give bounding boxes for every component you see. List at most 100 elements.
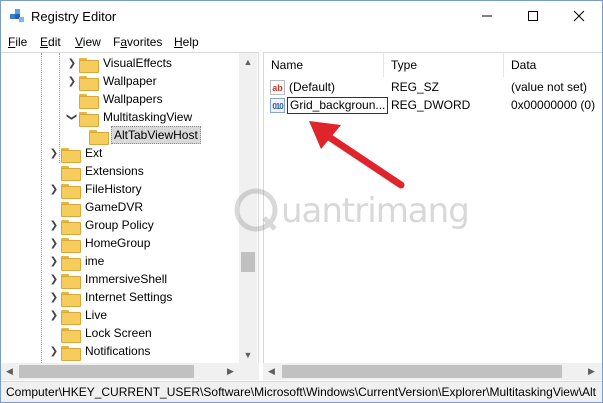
tree-item-label: Extensions [85, 164, 144, 178]
menu-favorites-label: vorites [127, 35, 163, 49]
folder-icon [61, 344, 81, 361]
status-bar-path: Computer\HKEY_CURRENT_USER\Software\Micr… [1, 381, 602, 402]
chevron-right-icon[interactable]: ❯ [47, 252, 61, 270]
menu-view-label: iew [82, 35, 101, 49]
tree-item-live[interactable]: ❯ Live [47, 306, 109, 325]
tree-guide-line [41, 53, 42, 363]
folder-icon [61, 308, 81, 325]
chevron-right-icon[interactable]: ❯ [47, 306, 61, 324]
menu-favorites[interactable]: Favorites [113, 35, 162, 49]
folder-icon [61, 290, 81, 307]
tree-vertical-scroll-thumb[interactable] [241, 252, 255, 272]
tree-item-gamedvr[interactable]: GameDVR [47, 198, 145, 217]
scroll-right-icon[interactable]: ▶ [222, 363, 239, 380]
folder-icon [79, 74, 99, 91]
chevron-right-icon[interactable]: ❯ [47, 270, 61, 288]
tree-item-homegroup[interactable]: ❯ HomeGroup [47, 234, 152, 253]
folder-icon [61, 164, 81, 181]
chevron-right-icon[interactable]: ❯ [47, 144, 61, 162]
maximize-button[interactable] [510, 1, 556, 31]
menu-edit-mnemonic: E [40, 35, 49, 49]
list-horizontal-scrollbar[interactable]: ◀ ▶ [263, 363, 602, 380]
value-name-edit-field[interactable]: Grid_backgroun... [287, 97, 389, 114]
value-row-grid-background[interactable]: 010 Grid_backgroun... REG_DWORD 0x000000… [264, 97, 602, 115]
tree-item-ext[interactable]: ❯ Ext [47, 144, 104, 163]
tree-item-internet-settings[interactable]: ❯ Internet Settings [47, 288, 174, 307]
tree-item-wallpapers[interactable]: Wallpapers [65, 90, 165, 109]
tree-item-ime[interactable]: ❯ ime [47, 252, 106, 271]
menu-edit[interactable]: Edit [40, 35, 61, 49]
tree-item-label: Ext [85, 146, 103, 160]
column-header-type[interactable]: Type [384, 53, 504, 77]
menu-view-mnemonic: V [75, 35, 83, 49]
tree-item-label: Notifications [85, 344, 151, 358]
menu-view[interactable]: View [75, 35, 101, 49]
minimize-button[interactable] [464, 1, 510, 31]
tree-horizontal-scroll-thumb[interactable] [19, 365, 194, 378]
value-row-default[interactable]: ab (Default) REG_SZ (value not set) [264, 79, 602, 97]
tree-item-label: Lock Screen [85, 326, 152, 340]
scroll-left-icon[interactable]: ◀ [1, 363, 18, 380]
chevron-right-icon[interactable]: ❯ [47, 288, 61, 306]
scroll-left-icon[interactable]: ◀ [263, 363, 280, 380]
chevron-right-icon[interactable]: ❯ [47, 216, 61, 234]
close-icon [573, 10, 585, 22]
menu-bar: File Edit View Favorites Help [1, 32, 602, 51]
tree-item-label: Internet Settings [85, 290, 173, 304]
folder-icon [79, 110, 99, 127]
registry-tree[interactable]: ❯ VisualEffects ❯ Wallpaper Wallpapers ❯ Mu… [1, 52, 259, 380]
registry-editor-window: Registry Editor File Edit View Favorites… [0, 0, 603, 403]
value-data: 0x00000000 (0) [511, 98, 596, 112]
value-type: REG_DWORD [391, 98, 471, 112]
folder-icon [79, 92, 99, 109]
list-horizontal-scroll-thumb[interactable] [282, 365, 562, 378]
tree-item-lock-screen[interactable]: Lock Screen [47, 324, 154, 343]
menu-help[interactable]: Help [174, 35, 199, 49]
value-data: (value not set) [511, 80, 588, 94]
menu-file-label: ile [15, 35, 28, 49]
folder-icon [61, 326, 81, 343]
menu-help-mnemonic: H [174, 35, 183, 49]
chevron-right-icon[interactable]: ❯ [47, 180, 61, 198]
tree-item-label: ImmersiveShell [85, 272, 168, 286]
scroll-right-icon[interactable]: ▶ [583, 363, 600, 380]
tree-item-label: GameDVR [85, 200, 144, 214]
tree-item-alttabviewhost[interactable]: AltTabViewHost [89, 126, 201, 145]
tree-item-extensions[interactable]: Extensions [47, 162, 146, 181]
menu-file[interactable]: File [8, 35, 27, 49]
scroll-up-icon[interactable]: ▲ [239, 53, 257, 70]
maximize-icon [528, 11, 538, 21]
tree-vertical-scrollbar[interactable]: ▲ ▼ [239, 53, 257, 363]
value-name: (Default) [289, 80, 336, 94]
tree-item-label: AltTabViewHost [111, 126, 201, 144]
scroll-down-icon[interactable]: ▼ [239, 346, 257, 363]
tree-item-group-policy[interactable]: ❯ Group Policy [47, 216, 156, 235]
tree-item-visualeffects[interactable]: ❯ VisualEffects [65, 54, 174, 73]
folder-icon [89, 128, 109, 145]
string-value-icon: ab [270, 80, 285, 95]
chevron-right-icon[interactable]: ❯ [47, 342, 61, 360]
tree-item-label: Group Policy [85, 218, 154, 232]
menu-help-label: elp [182, 35, 199, 49]
chevron-right-icon[interactable]: ❯ [47, 234, 61, 252]
column-header-name[interactable]: Name [264, 53, 384, 77]
tree-item-wallpaper[interactable]: ❯ Wallpaper [65, 72, 159, 91]
tree-item-label: FileHistory [85, 182, 142, 196]
title-bar[interactable]: Registry Editor [1, 1, 602, 31]
tree-item-notifications[interactable]: ❯ Notifications [47, 342, 152, 361]
tree-item-label: MultitaskingView [103, 110, 193, 124]
chevron-right-icon[interactable]: ❯ [65, 72, 79, 90]
values-list[interactable]: Name Type Data ab (Default) REG_SZ (valu… [263, 52, 602, 380]
close-button[interactable] [556, 1, 602, 31]
tree-horizontal-scrollbar[interactable]: ◀ ▶ [1, 363, 239, 380]
folder-icon [61, 218, 81, 235]
tree-item-filehistory[interactable]: ❯ FileHistory [47, 180, 144, 199]
tree-item-multitaskingview[interactable]: ❯ MultitaskingView [65, 108, 194, 127]
chevron-right-icon[interactable]: ❯ [65, 54, 79, 72]
minimize-icon [482, 15, 492, 17]
tree-item-immersiveshell[interactable]: ❯ ImmersiveShell [47, 270, 169, 289]
column-header-data[interactable]: Data [504, 53, 602, 77]
